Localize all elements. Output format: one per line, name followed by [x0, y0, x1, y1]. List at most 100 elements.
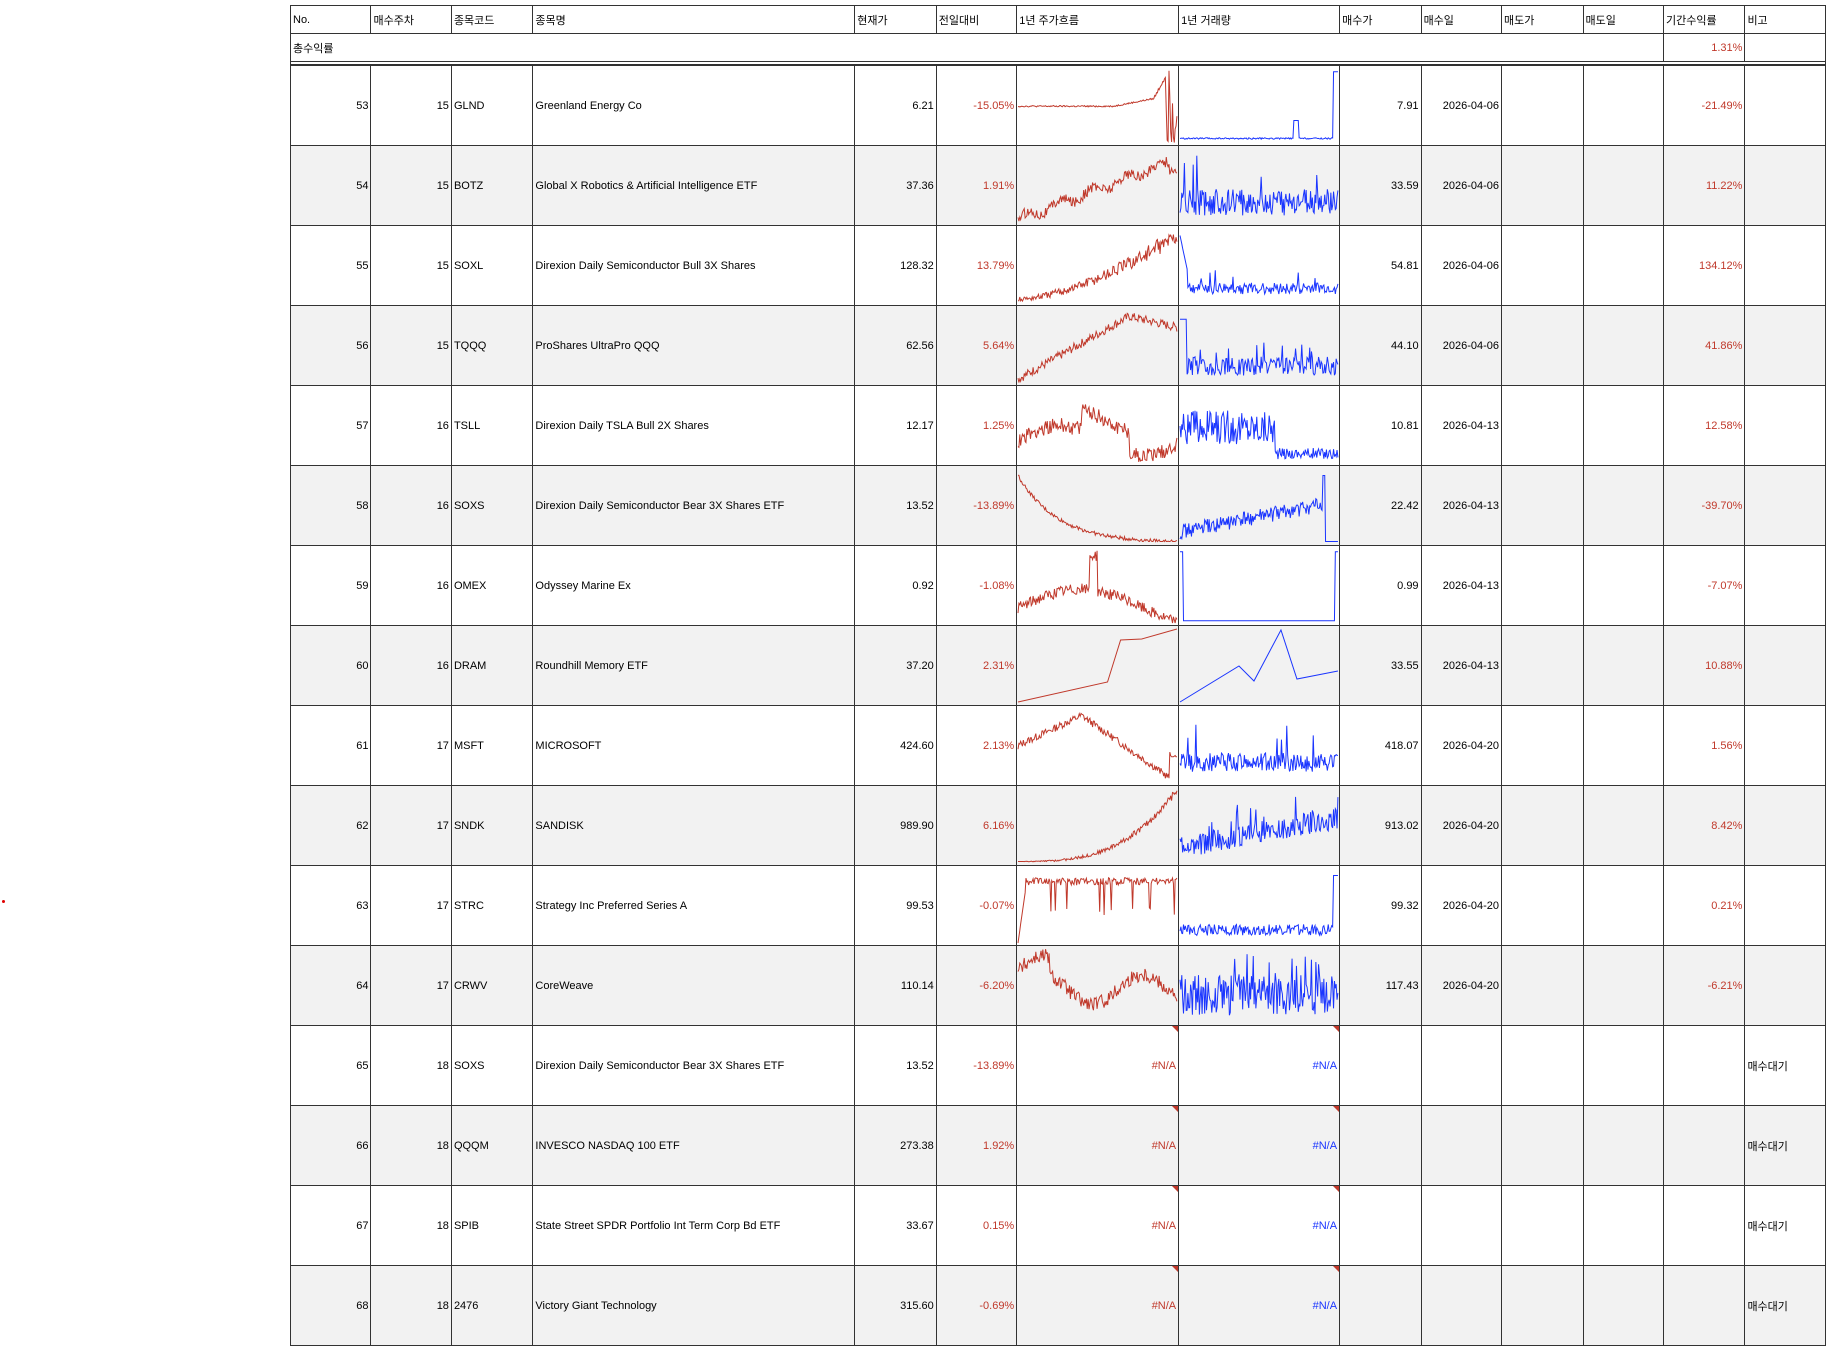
cell-sell-price[interactable]: [1501, 465, 1584, 546]
cell-return[interactable]: 12.58%: [1662, 385, 1746, 466]
header-return[interactable]: 기간수익률: [1662, 5, 1746, 34]
cell-buy-price[interactable]: 418.07: [1339, 705, 1422, 786]
cell-price-trend[interactable]: [1016, 465, 1180, 546]
cell-name[interactable]: Victory Giant Technology: [532, 1265, 856, 1346]
cell-note[interactable]: 매수대기: [1744, 1025, 1826, 1106]
cell-no[interactable]: 61: [289, 705, 372, 786]
cell-week[interactable]: 15: [370, 225, 452, 306]
cell-return[interactable]: 8.42%: [1662, 785, 1746, 866]
cell-sell-price[interactable]: [1501, 225, 1584, 306]
cell-sell-price[interactable]: [1501, 625, 1584, 706]
cell-volume-trend[interactable]: #N/A: [1178, 1185, 1341, 1266]
cell-sell-date[interactable]: [1582, 385, 1664, 466]
cell-buy-price[interactable]: 44.10: [1339, 305, 1422, 386]
cell-sell-price[interactable]: [1501, 705, 1584, 786]
cell-buy-date[interactable]: 2026-04-13: [1420, 465, 1503, 546]
cell-note[interactable]: 매수대기: [1744, 1265, 1826, 1346]
cell-week[interactable]: 15: [370, 64, 452, 146]
cell-buy-price[interactable]: 54.81: [1339, 225, 1422, 306]
cell-buy-date[interactable]: 2026-04-13: [1420, 545, 1503, 626]
cell-week[interactable]: 17: [370, 945, 452, 1026]
cell-code[interactable]: BOTZ: [450, 145, 534, 226]
cell-price-trend[interactable]: [1016, 625, 1180, 706]
cell-change[interactable]: -1.08%: [935, 545, 1018, 626]
cell-code[interactable]: SPIB: [450, 1185, 534, 1266]
cell-price-trend[interactable]: [1016, 865, 1180, 946]
cell-change[interactable]: 0.15%: [935, 1185, 1018, 1266]
cell-note[interactable]: [1744, 865, 1826, 946]
cell-name[interactable]: MICROSOFT: [532, 705, 856, 786]
header-code[interactable]: 종목코드: [450, 5, 534, 34]
cell-volume-trend[interactable]: [1178, 145, 1341, 226]
total-note[interactable]: [1744, 33, 1826, 62]
header-no[interactable]: No.: [289, 5, 372, 34]
cell-code[interactable]: STRC: [450, 865, 534, 946]
cell-sell-date[interactable]: [1582, 465, 1664, 546]
cell-week[interactable]: 17: [370, 705, 452, 786]
cell-change[interactable]: -13.89%: [935, 465, 1018, 546]
cell-code[interactable]: SOXS: [450, 1025, 534, 1106]
cell-return[interactable]: 134.12%: [1662, 225, 1746, 306]
cell-week[interactable]: 17: [370, 785, 452, 866]
cell-code[interactable]: TQQQ: [450, 305, 534, 386]
cell-no[interactable]: 65: [289, 1025, 372, 1106]
cell-note[interactable]: [1744, 64, 1826, 146]
cell-sell-date[interactable]: [1582, 945, 1664, 1026]
cell-buy-price[interactable]: [1339, 1025, 1422, 1106]
cell-week[interactable]: 15: [370, 305, 452, 386]
cell-week[interactable]: 18: [370, 1025, 452, 1106]
cell-buy-price[interactable]: 99.32: [1339, 865, 1422, 946]
cell-buy-date[interactable]: 2026-04-20: [1420, 865, 1503, 946]
cell-buy-price[interactable]: 117.43: [1339, 945, 1422, 1026]
cell-return[interactable]: -7.07%: [1662, 545, 1746, 626]
cell-buy-date[interactable]: 2026-04-06: [1420, 145, 1503, 226]
cell-price-trend[interactable]: [1016, 785, 1180, 866]
cell-volume-trend[interactable]: [1178, 705, 1341, 786]
total-return[interactable]: 1.31%: [1662, 33, 1746, 62]
cell-price[interactable]: 315.60: [854, 1265, 937, 1346]
cell-sell-price[interactable]: [1501, 64, 1584, 146]
cell-return[interactable]: 1.56%: [1662, 705, 1746, 786]
cell-buy-date[interactable]: 2026-04-06: [1420, 305, 1503, 386]
cell-return[interactable]: -21.49%: [1662, 64, 1746, 146]
cell-price[interactable]: 13.52: [854, 1025, 937, 1106]
header-buy-price[interactable]: 매수가: [1339, 5, 1422, 34]
cell-sell-date[interactable]: [1582, 305, 1664, 386]
cell-change[interactable]: 6.16%: [935, 785, 1018, 866]
cell-buy-date[interactable]: 2026-04-13: [1420, 625, 1503, 706]
cell-price-trend[interactable]: [1016, 945, 1180, 1026]
cell-buy-date[interactable]: [1420, 1025, 1503, 1106]
cell-volume-trend[interactable]: [1178, 385, 1341, 466]
cell-buy-price[interactable]: [1339, 1105, 1422, 1186]
cell-week[interactable]: 18: [370, 1185, 452, 1266]
cell-price[interactable]: 424.60: [854, 705, 937, 786]
cell-name[interactable]: State Street SPDR Portfolio Int Term Cor…: [532, 1185, 856, 1266]
cell-week[interactable]: 16: [370, 545, 452, 626]
cell-price[interactable]: 99.53: [854, 865, 937, 946]
cell-week[interactable]: 18: [370, 1265, 452, 1346]
cell-sell-date[interactable]: [1582, 865, 1664, 946]
cell-note[interactable]: [1744, 945, 1826, 1026]
cell-code[interactable]: 2476: [450, 1265, 534, 1346]
cell-no[interactable]: 56: [289, 305, 372, 386]
total-label[interactable]: 총수익률: [290, 33, 1664, 62]
cell-change[interactable]: -13.89%: [935, 1025, 1018, 1106]
cell-code[interactable]: SOXL: [450, 225, 534, 306]
cell-change[interactable]: -0.07%: [935, 865, 1018, 946]
cell-sell-date[interactable]: [1582, 1265, 1664, 1346]
header-change[interactable]: 전일대비: [935, 5, 1018, 34]
cell-name[interactable]: Direxion Daily Semiconductor Bull 3X Sha…: [532, 225, 856, 306]
cell-buy-date[interactable]: [1420, 1185, 1503, 1266]
cell-return[interactable]: 10.88%: [1662, 625, 1746, 706]
cell-week[interactable]: 16: [370, 385, 452, 466]
cell-buy-price[interactable]: 33.59: [1339, 145, 1422, 226]
cell-week[interactable]: 16: [370, 465, 452, 546]
cell-sell-date[interactable]: [1582, 225, 1664, 306]
cell-name[interactable]: Direxion Daily Semiconductor Bear 3X Sha…: [532, 465, 856, 546]
cell-no[interactable]: 55: [289, 225, 372, 306]
cell-price-trend[interactable]: [1016, 64, 1180, 146]
cell-code[interactable]: DRAM: [450, 625, 534, 706]
cell-price-trend[interactable]: #N/A: [1016, 1265, 1180, 1346]
cell-no[interactable]: 57: [289, 385, 372, 466]
cell-code[interactable]: MSFT: [450, 705, 534, 786]
